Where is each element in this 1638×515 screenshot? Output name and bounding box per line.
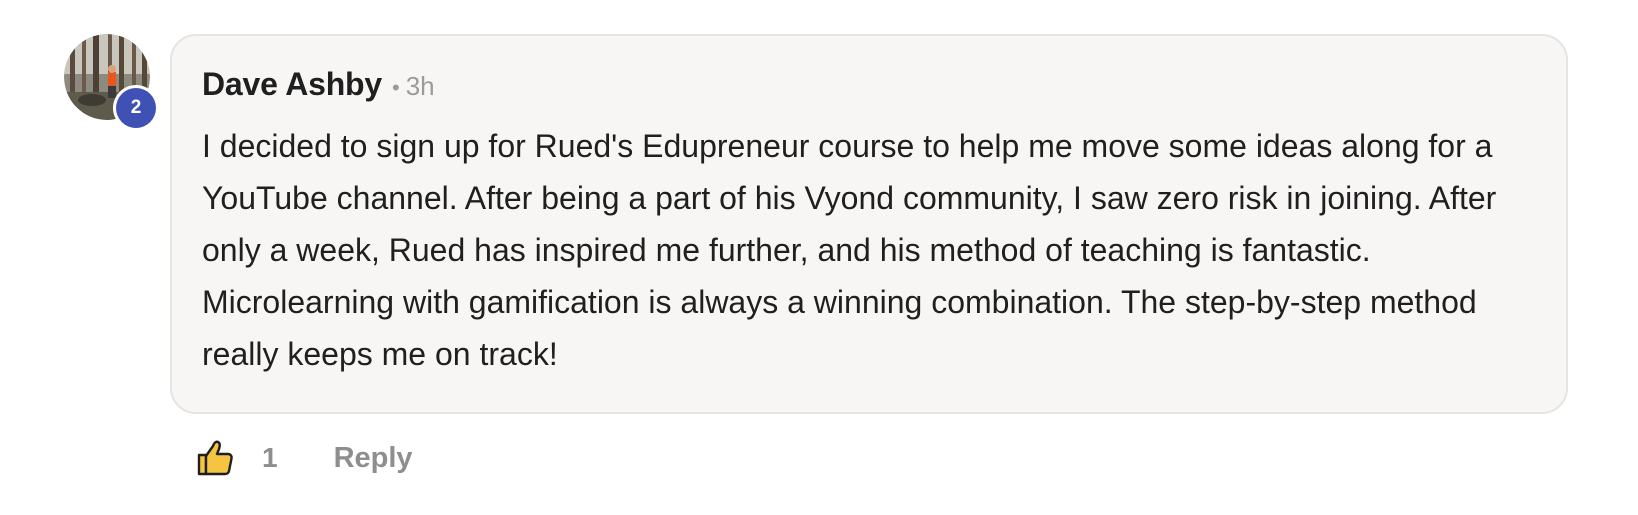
- like-button[interactable]: [194, 437, 236, 479]
- thumbs-up-icon: [197, 440, 233, 476]
- reply-button[interactable]: Reply: [334, 442, 413, 475]
- author-avatar-container[interactable]: 2: [64, 34, 156, 128]
- author-name[interactable]: Dave Ashby: [202, 66, 382, 103]
- like-count: 1: [262, 442, 278, 473]
- timestamp[interactable]: 3h: [406, 71, 435, 102]
- comment-header: Dave Ashby • 3h: [202, 66, 1536, 110]
- level-badge: 2: [116, 88, 156, 128]
- comment-bubble: Dave Ashby • 3h I decided to sign up for…: [170, 34, 1568, 414]
- comment-actions: 1 Reply: [194, 432, 413, 484]
- comment-body: I decided to sign up for Rued's Eduprene…: [202, 128, 1497, 372]
- separator-dot: •: [392, 75, 400, 100]
